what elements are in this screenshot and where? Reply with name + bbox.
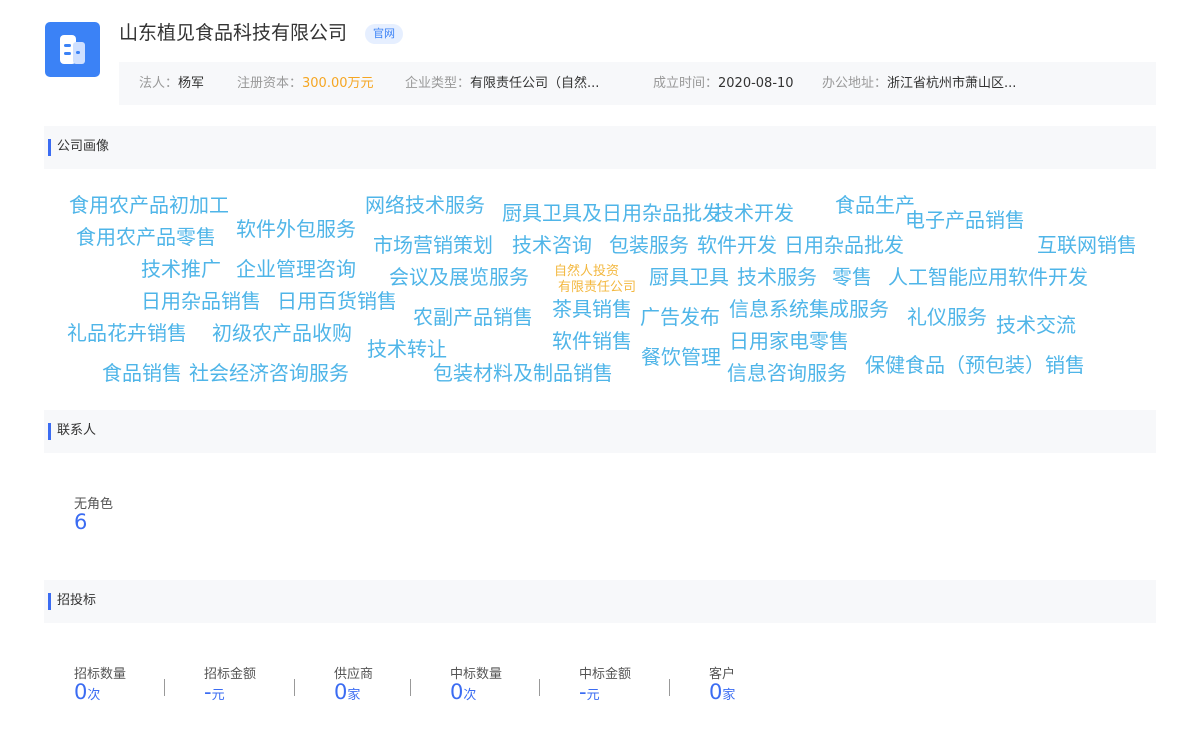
word-cloud-item: 初级农产品收购 <box>212 321 352 345</box>
word-cloud-item: 日用家电零售 <box>729 329 849 353</box>
word-cloud-item: 网络技术服务 <box>365 193 485 217</box>
word-cloud-item: 信息系统集成服务 <box>729 297 889 321</box>
company-info-bar: 法人：杨军 注册资本：300.00万元 企业类型：有限责任公司（自然... 成立… <box>119 62 1156 105</box>
word-cloud-tag: 自然人投资 <box>554 264 620 279</box>
stat-unit: 家 <box>722 688 736 703</box>
stat-value[interactable]: 0家 <box>709 680 735 704</box>
stat-value[interactable]: 0家 <box>334 680 360 704</box>
word-cloud-item: 礼品花卉销售 <box>67 321 187 345</box>
company-name: 山东植见食品科技有限公司 <box>119 22 348 44</box>
type-label: 企业类型： <box>405 76 471 91</box>
word-cloud-item: 技术交流 <box>996 313 1076 337</box>
word-cloud-item: 软件外包服务 <box>236 217 356 241</box>
address-label: 办公地址： <box>822 76 888 91</box>
stat-number: 0 <box>334 680 348 704</box>
legal-rep-value[interactable]: 杨军 <box>178 76 204 91</box>
stat-value[interactable]: 0次 <box>74 680 100 704</box>
stat-unit: 次 <box>463 688 477 703</box>
legal-rep-label: 法人： <box>139 76 179 91</box>
word-cloud-item: 包装材料及制品销售 <box>433 361 613 385</box>
stat-divider <box>539 679 540 696</box>
section-title: 公司画像 <box>57 139 110 154</box>
stat-number: 0 <box>74 680 88 704</box>
word-cloud-item: 厨具卫具 <box>649 265 729 289</box>
word-cloud-item: 农副产品销售 <box>413 305 533 329</box>
stat-value[interactable]: -元 <box>204 680 225 704</box>
word-cloud-item: 食用农产品零售 <box>76 225 216 249</box>
stat-unit: 元 <box>586 688 600 703</box>
stat-divider <box>294 679 295 696</box>
company-type: 企业类型：有限责任公司（自然... <box>405 62 599 105</box>
word-cloud-item: 技术转让 <box>367 337 447 361</box>
founded-label: 成立时间： <box>653 76 719 91</box>
word-cloud-item: 食品销售 <box>102 361 182 385</box>
section-accent-bar <box>48 423 51 440</box>
founded-date: 成立时间：2020-08-10 <box>653 62 794 105</box>
word-cloud-item: 日用杂品销售 <box>141 289 261 313</box>
word-cloud-tag: 有限责任公司 <box>558 280 637 295</box>
section-accent-bar <box>48 593 51 610</box>
founded-value: 2020-08-10 <box>718 76 794 91</box>
stat-number: 0 <box>709 680 723 704</box>
stat-divider <box>669 679 670 696</box>
word-cloud-item: 企业管理咨询 <box>236 257 356 281</box>
word-cloud-item: 保健食品（预包装）销售 <box>865 353 1085 377</box>
word-cloud-item: 电子产品销售 <box>905 208 1025 232</box>
word-cloud-item: 互联网销售 <box>1037 233 1137 257</box>
section-bidding-header: 招投标 <box>44 580 1156 623</box>
word-cloud-item: 礼仪服务 <box>907 305 987 329</box>
word-cloud-item: 技术开发 <box>714 201 794 225</box>
section-portrait-header: 公司画像 <box>44 126 1156 169</box>
company-logo <box>45 22 100 77</box>
stat-divider <box>164 679 165 696</box>
business-scope-word-cloud: 食用农产品初加工 网络技术服务 厨具卫具及日用杂品批发 技术开发 食品生产 电子… <box>0 0 1200 752</box>
word-cloud-item: 食用农产品初加工 <box>69 193 229 217</box>
word-cloud-item: 餐饮管理 <box>641 345 721 369</box>
word-cloud-item: 信息咨询服务 <box>727 361 847 385</box>
section-contacts-header: 联系人 <box>44 410 1156 453</box>
address-value: 浙江省杭州市萧山区... <box>887 76 1017 91</box>
legal-representative: 法人：杨军 <box>139 62 204 105</box>
stat-number: - <box>204 680 212 704</box>
official-site-link[interactable]: 官网 <box>365 24 403 44</box>
word-cloud-item: 软件销售 <box>552 329 632 353</box>
stat-number: - <box>579 680 587 704</box>
contact-count[interactable]: 6 <box>74 510 87 534</box>
stat-value[interactable]: -元 <box>579 680 600 704</box>
word-cloud-item: 会议及展览服务 <box>389 265 529 289</box>
word-cloud-item: 技术咨询 <box>512 233 592 257</box>
stat-unit: 元 <box>211 688 225 703</box>
word-cloud-item: 人工智能应用软件开发 <box>888 265 1088 289</box>
word-cloud-item: 食品生产 <box>835 193 915 217</box>
word-cloud-item: 市场营销策划 <box>373 233 493 257</box>
stat-divider <box>410 679 411 696</box>
word-cloud-item: 日用百货销售 <box>277 289 397 313</box>
company-building-icon <box>60 35 85 64</box>
word-cloud-item: 厨具卫具及日用杂品批发 <box>502 201 722 225</box>
word-cloud-item: 软件开发 <box>697 233 777 257</box>
word-cloud-item: 零售 <box>832 265 872 289</box>
capital-value: 300.00万元 <box>302 76 374 91</box>
type-value: 有限责任公司（自然... <box>470 76 600 91</box>
stat-unit: 家 <box>347 688 361 703</box>
word-cloud-item: 技术服务 <box>737 265 817 289</box>
section-title: 招投标 <box>57 593 97 608</box>
word-cloud-item: 包装服务 <box>609 233 689 257</box>
word-cloud-item: 茶具销售 <box>552 297 632 321</box>
registered-capital: 注册资本：300.00万元 <box>237 62 374 105</box>
stat-unit: 次 <box>87 688 101 703</box>
section-accent-bar <box>48 139 51 156</box>
stat-number: 0 <box>450 680 464 704</box>
word-cloud-item: 社会经济咨询服务 <box>189 361 349 385</box>
word-cloud-item: 日用杂品批发 <box>784 233 904 257</box>
stat-value[interactable]: 0次 <box>450 680 476 704</box>
word-cloud-item: 广告发布 <box>640 305 720 329</box>
office-address: 办公地址：浙江省杭州市萧山区... <box>822 62 1016 105</box>
word-cloud-item: 技术推广 <box>141 257 221 281</box>
section-title: 联系人 <box>57 423 97 438</box>
capital-label: 注册资本： <box>237 76 303 91</box>
